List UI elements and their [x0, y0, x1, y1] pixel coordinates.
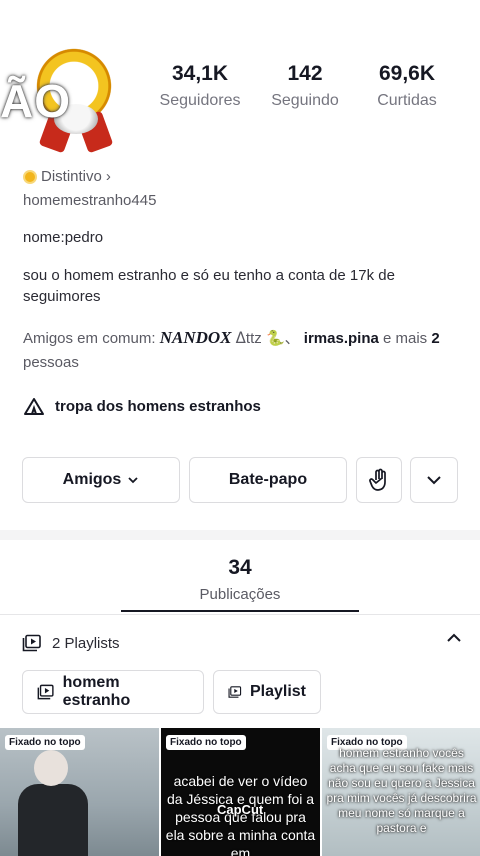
bio-text: sou o homem estranho e só eu tenho a con…: [23, 267, 395, 305]
following-count: 142: [287, 62, 323, 85]
mutual-friend-name: irmas.pina: [303, 330, 379, 347]
mutual-friends-mid: e mais: [378, 330, 432, 347]
mutual-friend-name: NANDOX: [159, 328, 232, 347]
poke-button[interactable]: [356, 457, 402, 503]
followers-count: 34,1K: [171, 62, 229, 85]
likes-label: Curtidas: [377, 92, 437, 109]
mutual-friend-separator: 🐍、: [265, 330, 304, 347]
video-thumbnail[interactable]: Fixado no topo acabei de ver o vídeo da …: [161, 728, 320, 856]
avatar[interactable]: ÃO: [0, 30, 134, 154]
capcut-watermark: CapCut: [217, 802, 264, 817]
playlists-count-label: 2 Playlists: [52, 634, 120, 652]
friends-button[interactable]: Amigos: [22, 457, 180, 503]
chevron-down-icon: [427, 476, 441, 485]
profile-header: ÃO 34,1K Seguidores 142 Seguindo 69,6K C…: [0, 0, 480, 160]
mutual-friend-decoration: ᐃttz: [231, 330, 266, 347]
thumbnail-person: [18, 784, 88, 856]
video-thumbnail[interactable]: Fixado no topo: [0, 728, 159, 856]
username-handle: homemestranho445: [23, 192, 157, 209]
pinned-badge: Fixado no topo: [166, 735, 246, 750]
mutual-friends-suffix: pessoas: [23, 354, 79, 371]
following-stat[interactable]: 142 Seguindo: [250, 62, 360, 110]
likes-count: 69,6K: [378, 62, 436, 85]
tab-divider: [0, 614, 480, 615]
followers-label: Seguidores: [159, 92, 241, 109]
bio-name-line: nome:pedro: [23, 229, 104, 246]
chevron-up-icon[interactable]: [446, 632, 462, 644]
playlist-icon: [22, 634, 41, 652]
playlist-chip-label: homem estranho: [62, 674, 131, 709]
mutual-friends-prefix: Amigos em comum:: [23, 330, 160, 347]
video-thumbnail[interactable]: Fixado no topo homem estranho vocês acha…: [322, 728, 480, 856]
publications-label: Publicações: [199, 586, 281, 603]
section-divider: [0, 530, 480, 540]
playlist-chip[interactable]: Playlist: [213, 670, 321, 714]
mutual-friends-count: 2: [431, 330, 440, 347]
mutual-friends[interactable]: Amigos em comum: NANDOX ᐃttz 🐍、 irmas.pi…: [23, 326, 463, 375]
tent-icon: [24, 398, 44, 415]
playlist-chip[interactable]: homem estranho: [22, 670, 204, 714]
publications-count: 34: [228, 556, 252, 579]
more-options-button[interactable]: [410, 457, 458, 503]
message-button-label: Bate-papo: [228, 471, 308, 488]
group-name: tropa dos homens estranhos: [55, 397, 261, 415]
following-label: Seguindo: [271, 92, 339, 109]
tab-publications[interactable]: 34 Publicações: [0, 556, 480, 603]
badge-icon: [23, 169, 37, 184]
playlist-icon: [37, 684, 54, 700]
pinned-badge: Fixado no topo: [5, 735, 85, 750]
playlist-chip-label: Playlist: [249, 683, 306, 700]
chevron-right-icon: ›: [105, 168, 111, 185]
chevron-down-icon: [128, 477, 138, 484]
tab-active-indicator: [121, 610, 359, 612]
likes-stat[interactable]: 69,6K Curtidas: [352, 62, 462, 110]
badge-link[interactable]: Distintivo ›: [23, 168, 111, 185]
hand-icon: [369, 468, 386, 491]
group-link[interactable]: tropa dos homens estranhos: [23, 396, 261, 416]
thumbnail-person: [34, 750, 68, 786]
friends-button-label: Amigos: [62, 471, 122, 488]
message-button[interactable]: Bate-papo: [189, 457, 347, 503]
playlists-header[interactable]: 2 Playlists: [22, 632, 462, 654]
playlist-icon: [228, 686, 242, 698]
followers-stat[interactable]: 34,1K Seguidores: [145, 62, 255, 110]
badge-label: Distintivo: [41, 168, 102, 185]
video-caption: homem estranho vocês acha que eu sou fak…: [326, 746, 477, 835]
avatar-overlay-text: ÃO: [0, 75, 71, 127]
